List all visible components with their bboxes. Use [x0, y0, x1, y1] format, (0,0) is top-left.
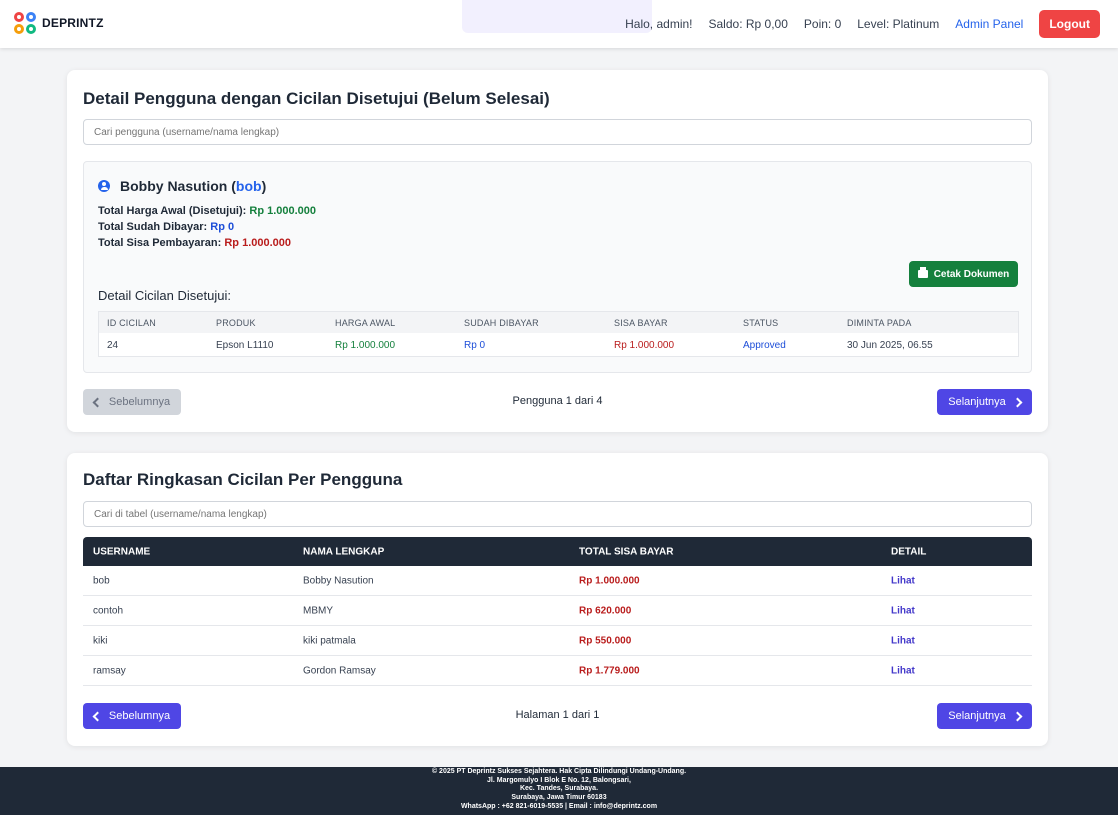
view-detail-link[interactable]: Lihat [891, 635, 915, 646]
table-row: contoh MBMY Rp 620.000 Lihat [83, 596, 1032, 626]
logout-button[interactable]: Logout [1039, 10, 1100, 38]
total-dibayar-label: Total Sudah Dibayar: [98, 221, 208, 233]
user-pager-info: Pengguna 1 dari 4 [512, 395, 603, 407]
next-page-button[interactable]: Selanjutnya [937, 703, 1032, 729]
user-nav: Halo, admin! Saldo: Rp 0,00 Poin: 0 Leve… [609, 10, 1100, 38]
total-sisa-value: Rp 1.000.000 [224, 237, 292, 249]
printer-icon [917, 267, 928, 278]
next-label: Selanjutnya [948, 710, 1006, 722]
cell-status: Approved [743, 339, 786, 351]
cell-harga-awal: Rp 1.000.000 [335, 339, 396, 351]
approved-section-title: Detail Pengguna dengan Cicilan Disetujui… [83, 89, 550, 108]
user-full-name: Bobby Nasution [120, 178, 228, 194]
user-search-input[interactable] [83, 119, 1032, 145]
saldo-text: Saldo: Rp 0,00 [708, 17, 788, 31]
user-pager: Sebelumnya Pengguna 1 dari 4 Selanjutnya [83, 389, 1032, 415]
cell-username: ramsay [93, 665, 126, 676]
cell-product: Epson L1110 [216, 339, 274, 351]
col-header: SUDAH DIBAYAR [464, 317, 539, 328]
user-heading: Bobby Nasution (bob) [98, 178, 266, 194]
summary-search-input[interactable] [83, 501, 1032, 527]
table-row: 24 Epson L1110 Rp 1.000.000 Rp 0 Rp 1.00… [99, 333, 1018, 357]
cell-full-name: Gordon Ramsay [303, 665, 376, 676]
cell-total-sisa: Rp 1.000.000 [579, 575, 640, 586]
footer-copyright: © 2025 PT Deprintz Sukses Sejahtera. Hak… [431, 768, 687, 775]
footer-address-2: Kec. Tandes, Surabaya. [519, 785, 599, 793]
total-awal-value: Rp 1.000.000 [249, 205, 317, 217]
cell-total-sisa: Rp 620.000 [579, 605, 632, 616]
summary-table: USERNAME NAMA LENGKAP TOTAL SISA BAYAR D… [83, 537, 1032, 686]
summary-pager: Sebelumnya Halaman 1 dari 1 Selanjutnya [83, 703, 1032, 729]
col-header: HARGA AWAL [335, 317, 396, 328]
col-header: STATUS [743, 317, 779, 328]
user-totals: Total Harga Awal (Disetujui): Rp 1.000.0… [98, 203, 316, 251]
col-header: SISA BAYAR [614, 317, 668, 328]
cell-full-name: kiki patmala [303, 635, 356, 646]
cell-sudah-dibayar: Rp 0 [464, 339, 486, 351]
cell-total-sisa: Rp 550.000 [579, 635, 632, 646]
view-detail-link[interactable]: Lihat [891, 605, 915, 616]
cell-username: kiki [93, 635, 108, 646]
cell-username: contoh [93, 605, 124, 616]
footer-address-1: Jl. Margomulyo I Blok E No. 12, Balongsa… [487, 776, 631, 784]
cell-id: 24 [107, 339, 119, 351]
col-header: NAMA LENGKAP [303, 546, 385, 557]
col-header: DETAIL [891, 546, 927, 557]
table-header-row: ID CICILAN PRODUK HARGA AWAL SUDAH DIBAY… [99, 312, 1018, 333]
close-paren: ) [261, 178, 267, 194]
cell-total-sisa: Rp 1.779.000 [579, 665, 640, 676]
footer-contact: WhatsApp : +62 821-6019-5535 | Email : i… [460, 802, 658, 810]
top-navbar: DEPRINTZ Halo, admin! Saldo: Rp 0,00 Poi… [0, 0, 1118, 48]
summary-section-title: Daftar Ringkasan Cicilan Per Pengguna [83, 470, 403, 489]
total-sisa-label: Total Sisa Pembayaran: [98, 237, 222, 249]
level-text: Level: Platinum [857, 17, 940, 31]
cell-sisa-bayar: Rp 1.000.000 [614, 339, 675, 351]
print-document-button[interactable]: Cetak Dokumen [909, 261, 1018, 287]
view-detail-link[interactable]: Lihat [891, 665, 915, 676]
user-detail-panel: Bobby Nasution (bob) Total Harga Awal (D… [83, 161, 1032, 373]
total-dibayar-value: Rp 0 [210, 221, 235, 233]
cell-username: bob [93, 575, 110, 586]
brand-name: DEPRINTZ [42, 16, 104, 30]
col-header: DIMINTA PADA [847, 317, 912, 328]
next-user-button[interactable]: Selanjutnya [937, 389, 1032, 415]
summary-header-row: USERNAME NAMA LENGKAP TOTAL SISA BAYAR D… [83, 537, 1032, 566]
chevron-right-icon [1012, 711, 1023, 721]
page-info: Halaman 1 dari 1 [515, 709, 600, 721]
col-header: USERNAME [93, 546, 151, 557]
deprintz-logo-icon [14, 12, 36, 34]
cell-full-name: MBMY [303, 605, 333, 616]
print-button-label: Cetak Dokumen [933, 268, 1010, 280]
user-username: bob [235, 178, 262, 194]
detail-installments-title: Detail Cicilan Disetujui: [98, 288, 231, 303]
poin-text: Poin: 0 [803, 17, 842, 31]
cell-requested-at: 30 Jun 2025, 06.55 [847, 339, 933, 351]
table-row: kiki kiki patmala Rp 550.000 Lihat [83, 626, 1032, 656]
greeting-text: Halo, admin! [625, 17, 693, 31]
table-row: ramsay Gordon Ramsay Rp 1.779.000 Lihat [83, 656, 1032, 686]
cell-full-name: Bobby Nasution [303, 575, 374, 586]
total-awal-label: Total Harga Awal (Disetujui): [98, 205, 247, 217]
approved-installments-card: Detail Pengguna dengan Cicilan Disetujui… [67, 70, 1048, 432]
col-header: PRODUK [216, 317, 256, 328]
approved-installments-table: ID CICILAN PRODUK HARGA AWAL SUDAH DIBAY… [98, 311, 1019, 357]
next-label: Selanjutnya [948, 396, 1006, 408]
summary-card: Daftar Ringkasan Cicilan Per Pengguna US… [67, 453, 1048, 746]
view-detail-link[interactable]: Lihat [891, 575, 915, 586]
chevron-right-icon [1012, 397, 1023, 407]
col-header: TOTAL SISA BAYAR [579, 546, 674, 557]
col-header: ID CICILAN [107, 317, 157, 328]
page-footer: © 2025 PT Deprintz Sukses Sejahtera. Hak… [0, 767, 1118, 815]
footer-address-3: Surabaya, Jawa Timur 60183 [511, 794, 607, 802]
table-row: bob Bobby Nasution Rp 1.000.000 Lihat [83, 566, 1032, 596]
admin-panel-link[interactable]: Admin Panel [955, 17, 1023, 31]
brand[interactable]: DEPRINTZ [14, 12, 104, 34]
user-circle-icon [98, 180, 110, 192]
